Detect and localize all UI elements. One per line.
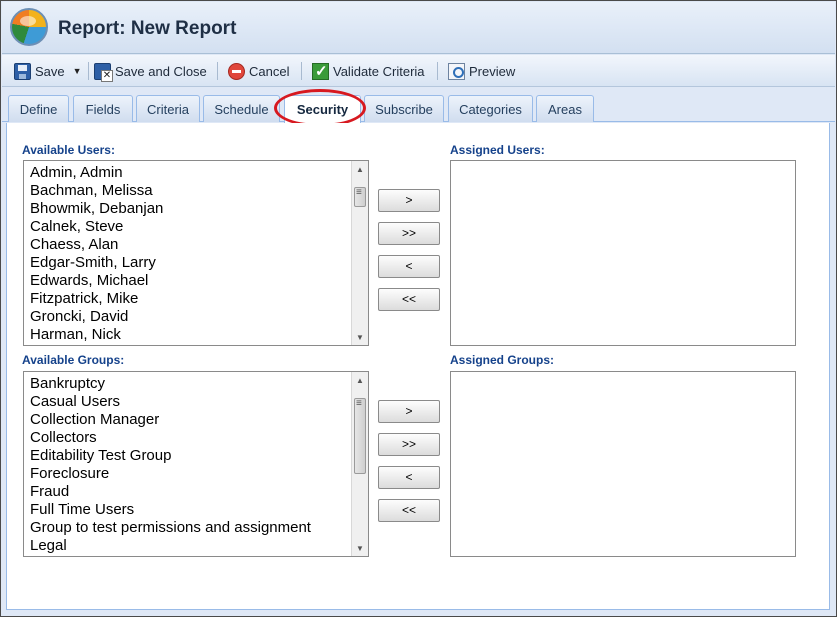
report-window: Report: New Report Save ▼ Save and Close… [0, 0, 837, 617]
scroll-down-icon[interactable]: ▼ [352, 329, 368, 345]
save-close-icon [94, 62, 113, 82]
list-item[interactable]: Casual Users [30, 393, 311, 411]
cancel-label: Cancel [249, 63, 290, 79]
validate-criteria-label: Validate Criteria [333, 63, 425, 79]
available-users-list[interactable]: Admin, Admin Bachman, Melissa Bhowmik, D… [23, 160, 369, 346]
scroll-down-icon[interactable]: ▼ [352, 540, 368, 556]
tab-security[interactable]: Security [284, 95, 361, 123]
save-button[interactable]: Save ▼ [14, 60, 82, 82]
validate-criteria-button[interactable]: Validate Criteria [312, 60, 425, 82]
add-user-button[interactable]: > [378, 189, 440, 212]
save-and-close-label: Save and Close [115, 63, 207, 79]
assigned-groups-list[interactable] [450, 371, 796, 557]
list-item[interactable]: Calnek, Steve [30, 218, 163, 236]
list-item[interactable]: Fitzpatrick, Mike [30, 290, 163, 308]
list-item[interactable]: Bhowmik, Debanjan [30, 200, 163, 218]
list-item[interactable]: Group to test permissions and assignment [30, 519, 311, 537]
toolbar-separator [217, 62, 218, 80]
report-logo-icon [10, 8, 48, 46]
list-item[interactable]: Chaess, Alan [30, 236, 163, 254]
remove-user-button[interactable]: < [378, 255, 440, 278]
chevron-down-icon[interactable]: ▼ [73, 66, 82, 76]
list-item[interactable]: Editability Test Group [30, 447, 311, 465]
tab-categories[interactable]: Categories [448, 95, 533, 122]
list-item[interactable]: Harman, Nick [30, 326, 163, 344]
toolbar: Save ▼ Save and Close Cancel Validate Cr… [2, 55, 835, 87]
tab-subscribe[interactable]: Subscribe [364, 95, 444, 122]
add-all-groups-button[interactable]: >> [378, 433, 440, 456]
toolbar-separator [437, 62, 438, 80]
tab-criteria[interactable]: Criteria [136, 95, 200, 122]
save-and-close-button[interactable]: Save and Close [94, 60, 207, 82]
tab-areas[interactable]: Areas [536, 95, 594, 122]
list-item[interactable]: Legal [30, 537, 311, 555]
title-bar: Report: New Report [2, 2, 835, 54]
list-item[interactable]: Edwards, Michael [30, 272, 163, 290]
assigned-users-list[interactable] [450, 160, 796, 346]
available-users-items: Admin, Admin Bachman, Melissa Bhowmik, D… [30, 164, 163, 344]
available-groups-scrollbar[interactable]: ▲ ▼ [351, 372, 368, 556]
scroll-thumb[interactable] [354, 398, 366, 474]
list-item[interactable]: Groncki, David [30, 308, 163, 326]
save-label: Save [35, 63, 65, 79]
list-item[interactable]: Full Time Users [30, 501, 311, 519]
scroll-up-icon[interactable]: ▲ [352, 161, 368, 177]
list-item[interactable]: Collection Manager [30, 411, 311, 429]
assigned-groups-label: Assigned Groups: [450, 353, 555, 367]
tab-strip: Define Fields Criteria Schedule Security… [2, 88, 835, 123]
list-item[interactable]: Edgar-Smith, Larry [30, 254, 163, 272]
floppy-disk-icon [14, 62, 31, 80]
available-users-label: Available Users: [22, 143, 115, 157]
list-item[interactable]: Admin, Admin [30, 164, 163, 182]
remove-group-button[interactable]: < [378, 466, 440, 489]
toolbar-separator [301, 62, 302, 80]
available-groups-items: Bankruptcy Casual Users Collection Manag… [30, 375, 311, 555]
available-users-scrollbar[interactable]: ▲ ▼ [351, 161, 368, 345]
security-panel: Available Users: Assigned Users: Admin, … [6, 123, 830, 610]
tab-schedule[interactable]: Schedule [203, 95, 280, 122]
list-item[interactable]: Foreclosure [30, 465, 311, 483]
toolbar-separator [88, 62, 89, 80]
assigned-users-label: Assigned Users: [450, 143, 545, 157]
magnifier-icon [448, 62, 465, 80]
preview-button[interactable]: Preview [448, 60, 515, 82]
scroll-up-icon[interactable]: ▲ [352, 372, 368, 388]
remove-all-groups-button[interactable]: << [378, 499, 440, 522]
list-item[interactable]: Collectors [30, 429, 311, 447]
scroll-thumb[interactable] [354, 187, 366, 207]
cancel-button[interactable]: Cancel [228, 60, 289, 82]
available-groups-label: Available Groups: [22, 353, 125, 367]
list-item[interactable]: Bachman, Melissa [30, 182, 163, 200]
checkmark-icon [312, 62, 329, 80]
remove-all-users-button[interactable]: << [378, 288, 440, 311]
available-groups-list[interactable]: Bankruptcy Casual Users Collection Manag… [23, 371, 369, 557]
list-item[interactable]: Fraud [30, 483, 311, 501]
tab-fields[interactable]: Fields [73, 95, 133, 122]
add-group-button[interactable]: > [378, 400, 440, 423]
window-title: Report: New Report [58, 18, 237, 39]
list-item[interactable]: Bankruptcy [30, 375, 311, 393]
add-all-users-button[interactable]: >> [378, 222, 440, 245]
tab-define[interactable]: Define [8, 95, 69, 122]
cancel-icon [228, 62, 245, 80]
preview-label: Preview [469, 63, 516, 79]
